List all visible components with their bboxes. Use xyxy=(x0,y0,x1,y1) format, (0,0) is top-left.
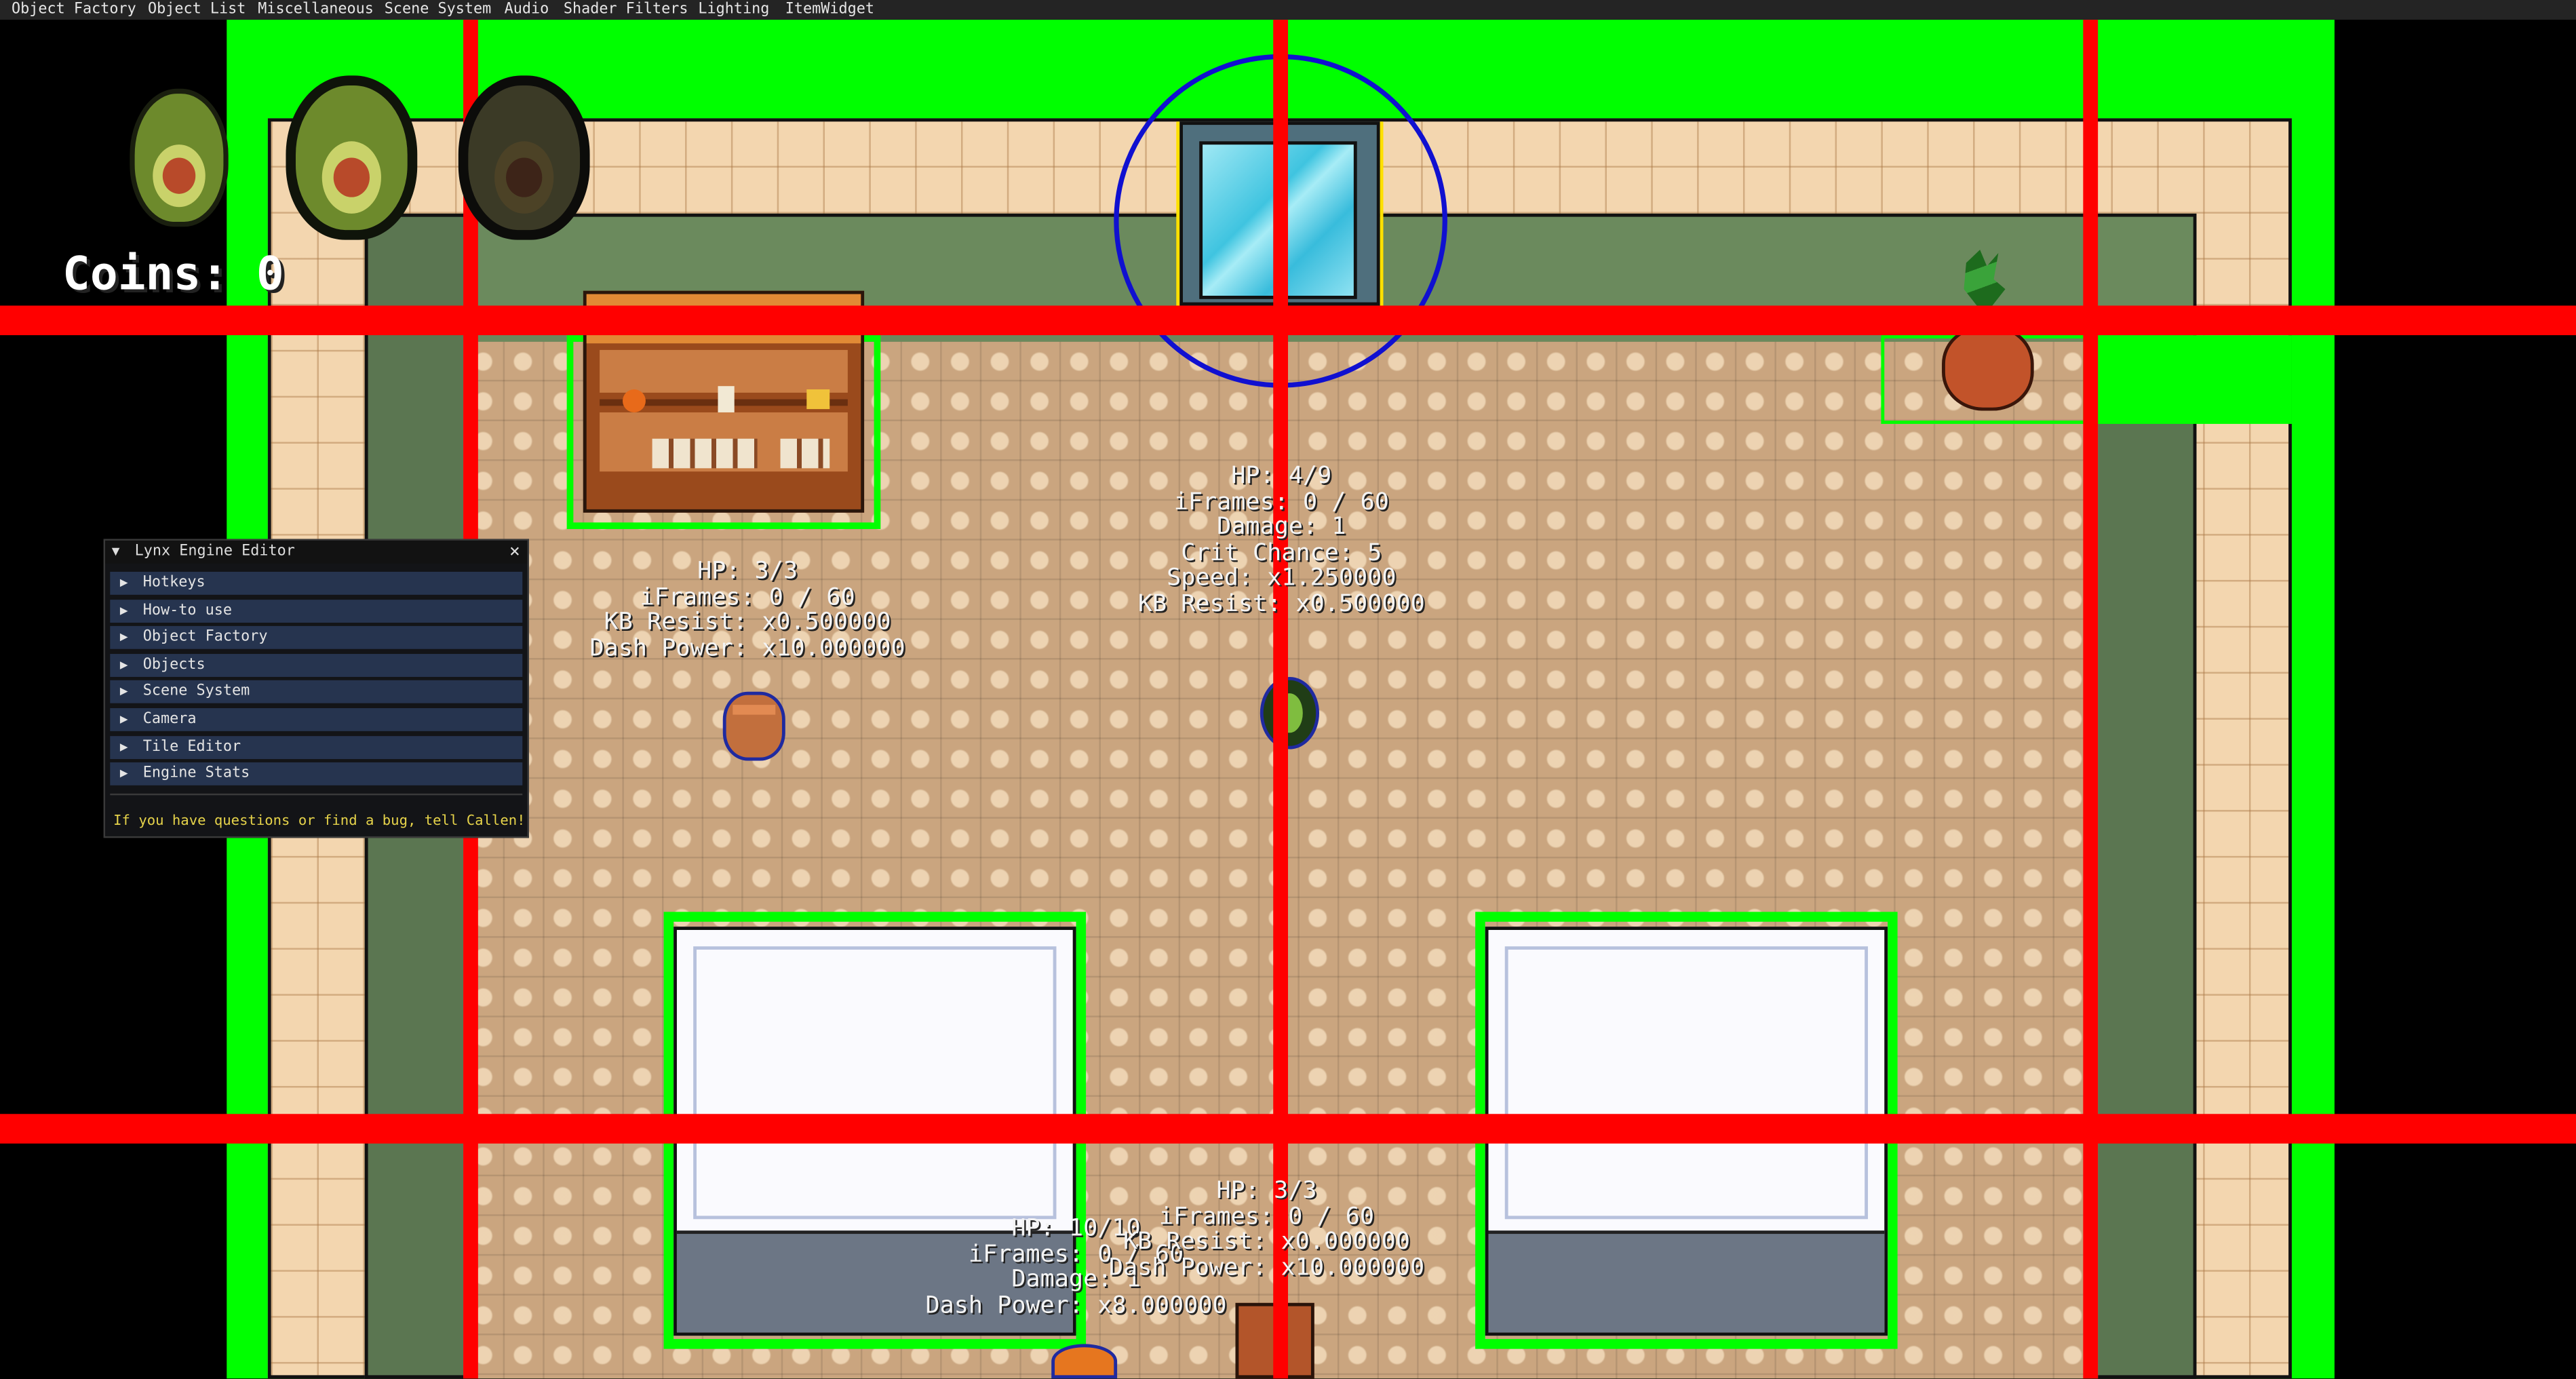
lynx-editor-panel: ▼ Lynx Engine Editor × ▶ Hotkeys ▶ How-t… xyxy=(103,539,529,838)
panel-item-how-to-use[interactable]: ▶ How-to use xyxy=(110,600,523,623)
menu-bar: Object Factory Object List Miscellaneous… xyxy=(0,0,2576,20)
panel-item-scene-system[interactable]: ▶ Scene System xyxy=(110,680,523,703)
collapse-arrow-icon[interactable]: ▼ xyxy=(112,541,120,564)
window-collider-right xyxy=(1380,121,1384,306)
health-avocado-1 xyxy=(123,88,235,230)
door-stat-dash: Dash Power: x10.000000 xyxy=(1108,1254,1425,1281)
menu-object-list[interactable]: Object List xyxy=(148,0,246,20)
menu-audio[interactable]: Audio xyxy=(505,0,549,20)
panel-item-label: How-to use xyxy=(142,602,232,620)
grid-line-v3 xyxy=(2083,20,2099,1379)
player-avocado xyxy=(1257,670,1323,752)
menu-lighting[interactable]: Lighting xyxy=(698,0,769,20)
panel-divider xyxy=(110,793,523,796)
expand-arrow-icon: ▶ xyxy=(119,629,128,644)
panel-item-camera[interactable]: ▶ Camera xyxy=(110,707,523,731)
panel-item-label: Object Factory xyxy=(142,629,268,646)
panel-title: Lynx Engine Editor xyxy=(134,543,295,560)
menu-object-factory[interactable]: Object Factory xyxy=(12,0,136,20)
panel-titlebar[interactable]: ▼ Lynx Engine Editor × xyxy=(105,540,528,564)
close-icon[interactable]: × xyxy=(509,541,520,564)
health-avocado-empty xyxy=(452,75,596,243)
panel-item-label: Hotkeys xyxy=(142,575,206,591)
panel-item-engine-stats[interactable]: ▶ Engine Stats xyxy=(110,762,523,785)
grid-line-h2 xyxy=(0,1114,2576,1144)
barrel-enemy xyxy=(722,691,785,761)
menu-scene-system[interactable]: Scene System xyxy=(385,0,492,20)
coins-counter: Coins: 0 xyxy=(62,246,284,301)
player-stats: HP: 4/9 iFrames: 0 / 60 Damage: 1 Crit C… xyxy=(1117,463,1445,617)
grid-line-v2 xyxy=(1273,20,1289,1379)
expand-arrow-icon: ▶ xyxy=(119,683,128,699)
expand-arrow-icon: ▶ xyxy=(119,657,128,672)
door-stat-kb: KB Resist: x0.000000 xyxy=(1123,1228,1410,1256)
window-collider-left xyxy=(1176,121,1180,306)
panel-item-label: Tile Editor xyxy=(142,739,241,756)
pumpkin-enemy xyxy=(1051,1344,1118,1379)
panel-help-note: If you have questions or find a bug, tel… xyxy=(113,813,526,830)
door-stat-hp: HP: 3/3 xyxy=(1216,1178,1317,1205)
health-avocado-2 xyxy=(279,75,424,243)
door-stat-iframes: iFrames: 0 / 60 xyxy=(1158,1203,1375,1230)
plant-collider-block xyxy=(2098,335,2292,424)
menu-shader-filters[interactable]: Shader Filters xyxy=(564,0,688,20)
barrel-stats: HP: 3/3 iFrames: 0 / 60 KB Resist: x0.50… xyxy=(575,560,920,662)
panel-item-label: Camera xyxy=(142,711,197,729)
player-stat-crit: Crit Chance: 5 xyxy=(1181,539,1382,566)
expand-arrow-icon: ▶ xyxy=(119,765,128,781)
panel-item-label: Engine Stats xyxy=(142,765,250,782)
panel-item-tile-editor[interactable]: ▶ Tile Editor xyxy=(110,736,523,760)
expand-arrow-icon: ▶ xyxy=(119,739,128,754)
barrel-stat-kb: KB Resist: x0.500000 xyxy=(604,609,891,636)
panel-item-label: Scene System xyxy=(142,683,250,700)
barrel-stat-iframes: iFrames: 0 / 60 xyxy=(640,584,855,610)
player-stat-damage: Damage: 1 xyxy=(1217,514,1346,541)
barrel-stat-hp: HP: 3/3 xyxy=(697,558,798,585)
panel-item-label: Objects xyxy=(142,657,206,674)
player-stat-kb: KB Resist: x0.500000 xyxy=(1137,590,1425,617)
player-stat-speed: Speed: x1.250000 xyxy=(1167,565,1397,591)
menu-itemwidget[interactable]: ItemWidget xyxy=(785,0,874,20)
player-stat-iframes: iFrames: 0 / 60 xyxy=(1173,488,1389,516)
menu-miscellaneous[interactable]: Miscellaneous xyxy=(258,0,374,20)
pumpkin-stat-dash: Dash Power: x8.000000 xyxy=(925,1292,1227,1319)
player-stat-hp: HP: 4/9 xyxy=(1231,463,1332,490)
expand-arrow-icon: ▶ xyxy=(119,711,128,726)
panel-item-object-factory[interactable]: ▶ Object Factory xyxy=(110,625,523,649)
panel-item-hotkeys[interactable]: ▶ Hotkeys xyxy=(110,571,523,595)
grid-line-h1 xyxy=(0,305,2576,336)
panel-item-objects[interactable]: ▶ Objects xyxy=(110,654,523,677)
barrel-stat-dash: Dash Power: x10.000000 xyxy=(589,635,905,661)
expand-arrow-icon: ▶ xyxy=(119,602,128,618)
door-stats: HP: 3/3 iFrames: 0 / 60 KB Resist: x0.00… xyxy=(1093,1178,1441,1281)
expand-arrow-icon: ▶ xyxy=(119,575,128,590)
